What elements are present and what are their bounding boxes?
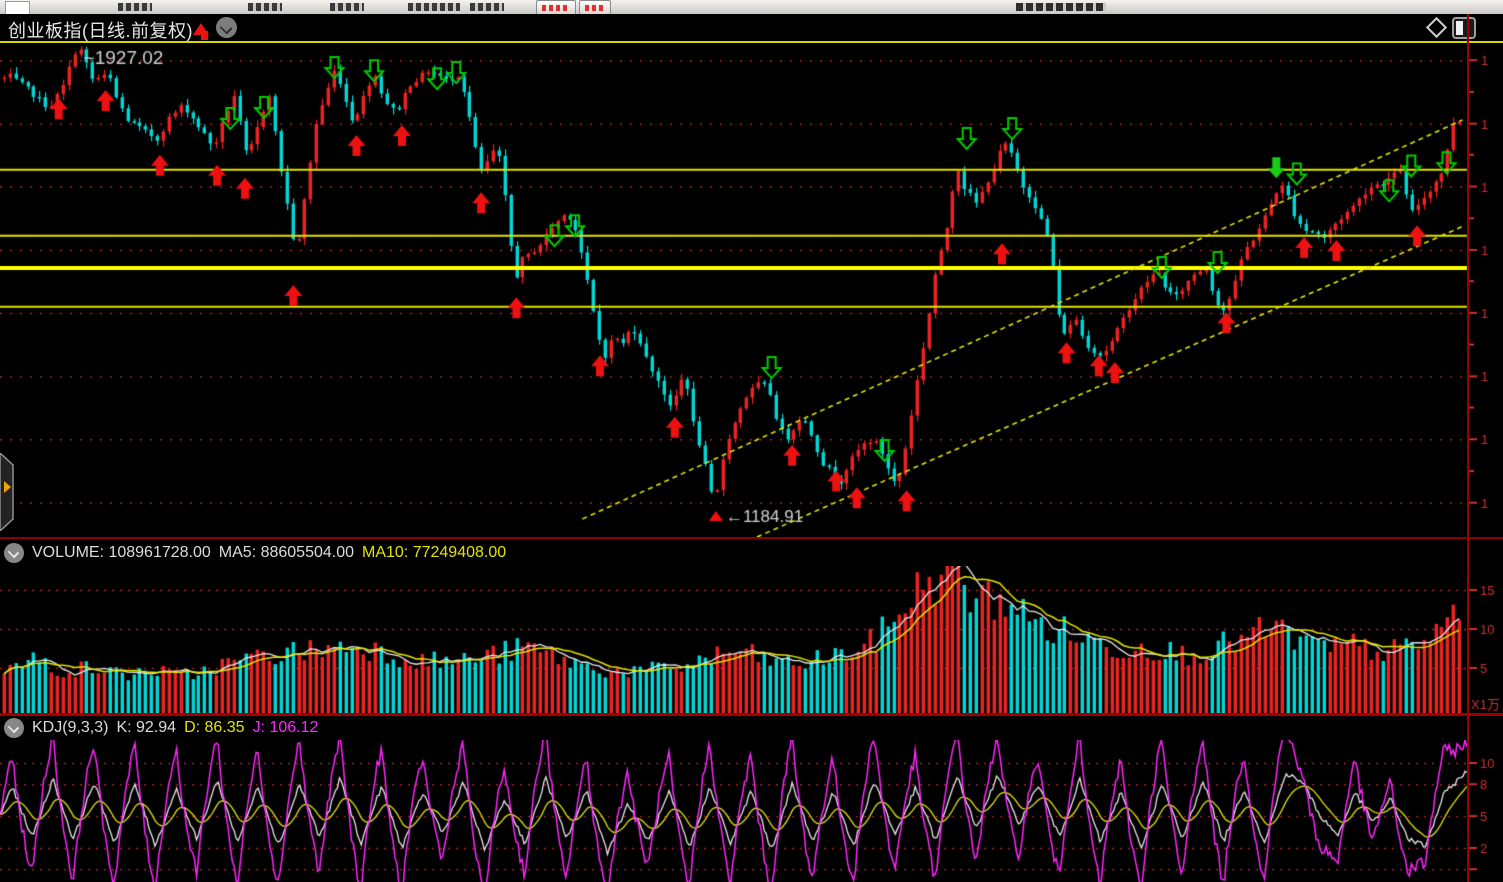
diamond-icon[interactable] (1426, 17, 1447, 38)
chart-title-bar: 创业板指(日线.前复权) (0, 14, 1503, 43)
menubar-right-text (1016, 3, 1106, 11)
collapse-main-panel-icon[interactable] (216, 17, 237, 43)
kdj-name: KDJ(9,3,3) (32, 719, 108, 737)
volume-panel-header: VOLUME: 108961728.00 MA5: 88605504.00 MA… (0, 539, 1503, 566)
menu-item[interactable] (408, 3, 460, 11)
top-menubar (0, 0, 1503, 15)
trading-terminal-window: { "title_bar": { "instrument_label": "创业… (0, 0, 1503, 882)
volume-ma10-value: MA10: 77249408.00 (362, 544, 506, 562)
price-axis-line (1467, 14, 1469, 882)
tab-shape (0, 453, 13, 531)
menu-item[interactable] (330, 3, 364, 11)
instrument-title: 创业板指(日线.前复权) (8, 17, 193, 43)
menubar-red-button[interactable] (536, 0, 576, 15)
kdj-panel-header: KDJ(9,3,3) K: 92.94 D: 86.35 J: 106.12 (0, 716, 1503, 740)
menu-item[interactable] (248, 3, 282, 11)
volume-chart-canvas[interactable] (0, 566, 1503, 713)
menubar-logo-box[interactable] (5, 1, 30, 15)
kdj-j-value: J: 106.12 (253, 719, 319, 737)
red-up-arrow-stem (201, 31, 208, 40)
volume-value: VOLUME: 108961728.00 (32, 544, 211, 562)
kdj-k-value: K: 92.94 (116, 719, 176, 737)
main-price-chart-canvas[interactable] (0, 44, 1503, 537)
menubar-red-button[interactable] (579, 0, 611, 15)
layout-panel-icon[interactable] (1452, 17, 1476, 39)
kdj-d-value: D: 86.35 (184, 719, 244, 737)
collapse-volume-panel-icon[interactable] (4, 543, 24, 563)
menu-item[interactable] (118, 3, 152, 11)
menu-item[interactable] (470, 3, 504, 11)
volume-ma5-value: MA5: 88605504.00 (219, 544, 354, 562)
kdj-chart-canvas[interactable] (0, 740, 1503, 882)
collapse-kdj-panel-icon[interactable] (4, 718, 24, 738)
sidebar-expand-tab[interactable] (0, 453, 15, 531)
